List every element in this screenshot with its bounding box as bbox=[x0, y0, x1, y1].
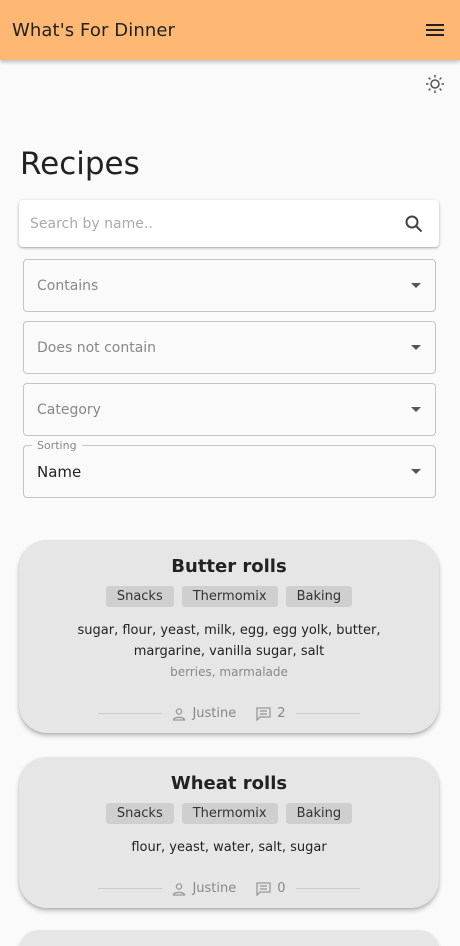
tag[interactable]: Baking bbox=[285, 803, 353, 824]
search-box bbox=[19, 200, 439, 247]
tag[interactable]: Snacks bbox=[105, 803, 174, 824]
recipe-ingredients: flour, yeast, water, salt, sugar bbox=[131, 840, 327, 855]
search-input[interactable] bbox=[30, 215, 403, 232]
tag[interactable]: Baking bbox=[285, 586, 353, 607]
recipe-card[interactable]: Wheat rolls Snacks Thermomix Baking flou… bbox=[19, 757, 439, 908]
recipe-ingredients: sugar, flour, yeast, milk, egg, egg yolk… bbox=[77, 623, 381, 659]
author-name: Justine bbox=[192, 881, 237, 896]
app-title: What's For Dinner bbox=[12, 19, 176, 41]
tag[interactable]: Thermomix bbox=[181, 586, 278, 607]
chevron-down-icon bbox=[411, 469, 421, 474]
recipe-card[interactable] bbox=[19, 930, 439, 946]
recipe-title: Butter rolls bbox=[171, 556, 287, 577]
recipe-card[interactable]: Butter rolls Snacks Thermomix Baking sug… bbox=[19, 540, 439, 733]
contains-select[interactable]: Contains bbox=[23, 259, 436, 312]
tag[interactable]: Thermomix bbox=[181, 803, 278, 824]
tag-list: Snacks Thermomix Baking bbox=[19, 803, 439, 824]
author-name: Justine bbox=[192, 706, 237, 721]
chevron-down-icon bbox=[411, 345, 421, 350]
recipe-optional-ingredients: berries, marmalade bbox=[170, 665, 288, 679]
divider bbox=[98, 888, 163, 889]
recipe-author: Justine bbox=[172, 881, 236, 896]
person-icon bbox=[173, 707, 186, 721]
sorting-value: Name bbox=[37, 462, 82, 481]
comment-icon bbox=[256, 706, 271, 721]
sorting-select[interactable]: Sorting Name bbox=[23, 439, 436, 498]
recipe-footer: Justine 0 bbox=[19, 881, 439, 896]
tag-list: Snacks Thermomix Baking bbox=[19, 586, 439, 607]
category-select[interactable]: Category bbox=[23, 383, 436, 436]
recipe-comments: 2 bbox=[256, 706, 286, 721]
comment-count: 2 bbox=[277, 706, 286, 721]
tag[interactable]: Snacks bbox=[105, 586, 174, 607]
comment-icon bbox=[256, 881, 271, 896]
does-not-contain-placeholder: Does not contain bbox=[37, 339, 157, 356]
chevron-down-icon bbox=[411, 283, 421, 288]
divider bbox=[98, 713, 163, 714]
recipe-title: Wheat rolls bbox=[170, 773, 288, 794]
person-icon bbox=[173, 882, 186, 896]
category-placeholder: Category bbox=[37, 401, 101, 418]
sorting-label: Sorting bbox=[32, 439, 82, 452]
search-icon[interactable] bbox=[403, 213, 425, 235]
menu-icon[interactable] bbox=[424, 19, 446, 41]
page-title: Recipes bbox=[20, 146, 140, 182]
does-not-contain-select[interactable]: Does not contain bbox=[23, 321, 436, 374]
app-bar: What's For Dinner bbox=[0, 0, 460, 60]
sun-icon[interactable] bbox=[423, 72, 447, 96]
divider bbox=[295, 888, 360, 889]
recipe-footer: Justine 2 bbox=[19, 706, 439, 721]
chevron-down-icon bbox=[411, 407, 421, 412]
divider bbox=[295, 713, 360, 714]
recipe-comments: 0 bbox=[256, 881, 286, 896]
comment-count: 0 bbox=[277, 881, 286, 896]
contains-placeholder: Contains bbox=[37, 277, 99, 294]
recipe-author: Justine bbox=[172, 706, 236, 721]
